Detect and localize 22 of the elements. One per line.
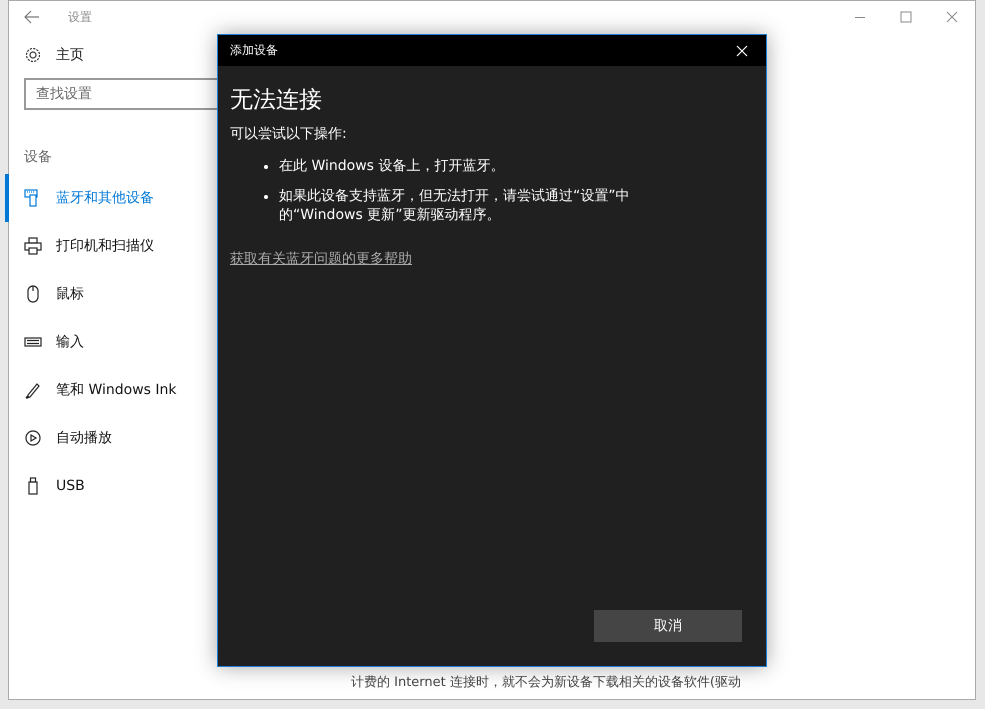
cancel-button[interactable]: 取消 [594, 610, 742, 642]
window-title: 设置 [68, 8, 92, 26]
sidebar-item[interactable]: 自动播放 [5, 414, 309, 462]
sidebar-item[interactable]: 输入 [5, 318, 309, 366]
bullet-icon [264, 165, 268, 169]
pen-icon [24, 381, 42, 399]
settings-icon [24, 46, 42, 64]
autoplay-icon [24, 429, 42, 447]
intro-text: 可以尝试以下操作: [230, 125, 348, 143]
sidebar-item[interactable]: 鼠标 [5, 270, 309, 318]
sidebar-item[interactable]: USB [5, 462, 309, 510]
printer-icon [24, 237, 42, 255]
home-link[interactable]: 主页 [56, 46, 84, 64]
bullet-text: 在此 Windows 设备上，打开蓝牙。 [279, 157, 506, 176]
maximize-icon[interactable] [900, 11, 912, 23]
bullet-icon [264, 195, 268, 199]
dialog-title: 添加设备 [230, 42, 278, 59]
sidebar-item[interactable]: 笔和 Windows Ink [5, 366, 309, 414]
description-text: 计费的 Internet 连接时，就不会为新设备下载相关的设备软件(驱动 [351, 675, 741, 691]
help-link[interactable]: 获取有关蓝牙问题的更多帮助 [230, 250, 412, 268]
back-arrow-icon[interactable] [24, 10, 40, 24]
section-heading: 设备 [24, 148, 52, 167]
